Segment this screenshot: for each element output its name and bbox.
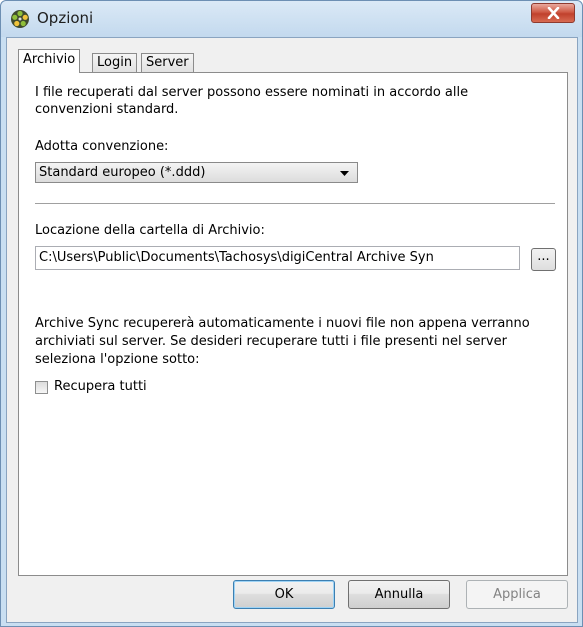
reel-icon [10,9,30,29]
intro-text: I file recuperati dal server possono ess… [35,85,469,117]
cancel-button[interactable]: Annulla [348,580,450,609]
retrieve-all-label[interactable]: Recupera tutti [54,379,147,394]
window-title: Opzioni [37,9,94,27]
sync-description: Archive Sync recupererà automaticamente … [35,316,530,367]
convention-label: Adotta convenzione: [35,139,169,154]
section-divider [35,203,555,204]
options-window: Opzioni Archivio Login Server I file rec… [0,0,583,627]
browse-button[interactable]: ... [531,248,556,271]
tab-archivio[interactable]: Archivio [18,49,81,73]
location-label: Locazione della cartella di Archivio: [35,223,265,238]
tab-server[interactable]: Server [141,53,194,72]
close-icon [547,7,560,19]
dialog-body: Archivio Login Server I file recuperati … [6,37,578,623]
convention-select[interactable]: Standard europeo (*.ddd) [35,162,358,183]
title-bar[interactable]: Opzioni [1,1,582,37]
tab-login[interactable]: Login [92,53,138,72]
archivio-panel: I file recuperati dal server possono ess… [18,72,568,576]
apply-button[interactable]: Applica [466,580,568,609]
retrieve-all-checkbox[interactable] [35,381,48,394]
chevron-down-icon [340,171,349,176]
close-button[interactable] [531,3,575,23]
archive-path-input[interactable]: C:\Users\Public\Documents\Tachosys\digiC… [35,246,520,270]
convention-value: Standard europeo (*.ddd) [39,165,206,180]
ok-button[interactable]: OK [233,580,335,609]
